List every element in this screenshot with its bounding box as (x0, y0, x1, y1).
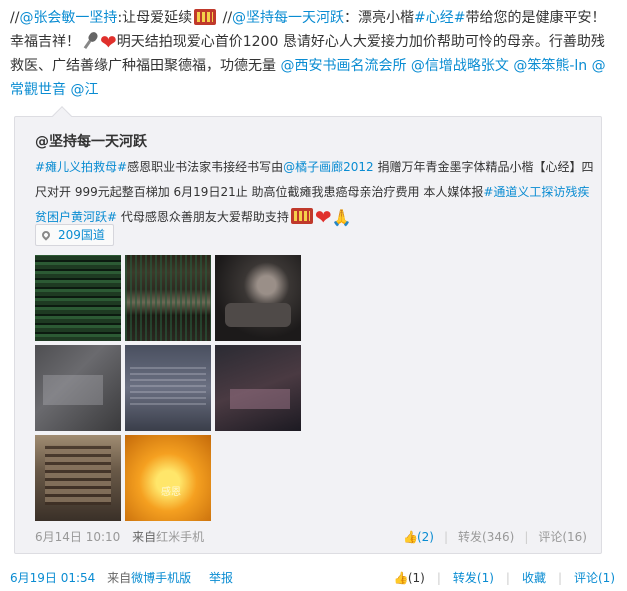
repost-prefix: // (218, 10, 233, 26)
original-post-box: @坚持每一天河跃 #瘫儿义拍救母#感恩职业书法家韦接经书写由@橘子画廊2012 … (14, 106, 602, 554)
like-count: (1) (407, 570, 425, 585)
post-text: //@张会敏一坚持:让母爱延续 //@坚持每一天河跃：漂亮小楷#心经#带给您的是… (10, 6, 610, 102)
image-thumbnail[interactable] (35, 345, 121, 431)
image-thumbnail[interactable] (35, 435, 121, 521)
mention-link[interactable]: @橘子画廊2012 (283, 160, 374, 174)
original-repost-button[interactable]: 转发(346) (458, 528, 514, 545)
like-button[interactable]: 👍(1) (394, 571, 425, 585)
topic-link[interactable]: #瘫儿义拍救母# (35, 160, 127, 174)
post-timestamp[interactable]: 6月19日 01:54 (10, 571, 95, 585)
thumbs-up-icon: 👍 (393, 570, 409, 585)
mention-link[interactable]: @西安书画名流会所 (280, 58, 406, 74)
divider: | (505, 570, 510, 585)
image-thumbnail[interactable] (215, 255, 301, 341)
source-link[interactable]: 红米手机 (156, 530, 204, 544)
original-actions: 👍(2) | 转发(346) | 评论(16) (403, 528, 587, 545)
image-thumbnail[interactable] (125, 255, 211, 341)
original-comment-button[interactable]: 评论(16) (538, 528, 587, 545)
original-timestamp[interactable]: 6月14日 10:10 (35, 530, 120, 544)
repost-arrow (52, 106, 72, 126)
mention-link[interactable]: @江 (70, 82, 98, 98)
original-like-button[interactable]: 👍(2) (403, 530, 434, 544)
original-text: #瘫儿义拍救母#感恩职业书法家韦接经书写由@橘子画廊2012 捐赠万年青金墨字体… (35, 155, 595, 230)
post-actions: 👍(1) | 转发(1) | 收藏 | 评论(1) (394, 569, 615, 586)
report-button[interactable]: 举报 (209, 571, 233, 585)
comment-button[interactable]: 评论(1) (574, 569, 615, 586)
image-thumbnail[interactable]: 感恩 (125, 435, 211, 521)
thumbnail-caption: 感恩 (161, 487, 181, 498)
divider: | (443, 529, 449, 544)
post-source: 来自微博手机版 (107, 571, 191, 585)
favorite-button[interactable]: 收藏 (522, 569, 546, 586)
image-thumbnail[interactable] (35, 255, 121, 341)
heart-icon: ❤ (314, 205, 332, 229)
repost-button[interactable]: 转发(1) (453, 569, 494, 586)
source-prefix: 来自 (107, 571, 132, 585)
image-thumbnail[interactable] (125, 345, 211, 431)
divider: | (557, 570, 562, 585)
source-link[interactable]: 微博手机版 (131, 571, 191, 585)
thumbs-up-icon: 👍 (402, 529, 418, 544)
location-pin-icon (40, 229, 52, 241)
emoji-icon (194, 9, 217, 25)
mention-link[interactable]: @坚持每一天河跃 (232, 10, 344, 26)
divider: | (524, 529, 529, 544)
mention-link[interactable]: @笨笨熊-ln (513, 58, 587, 74)
heart-icon: ❤ (100, 30, 117, 54)
emoji-icon (290, 208, 313, 224)
divider: | (436, 570, 441, 585)
source-prefix: 来自 (132, 530, 157, 544)
topic-link[interactable]: #心经# (414, 10, 465, 26)
original-author-link[interactable]: @坚持每一天河跃 (35, 134, 147, 150)
image-thumbnail[interactable] (215, 345, 301, 431)
original-text-segment: 代母感恩众善朋友大爱帮助支持 (117, 210, 289, 224)
praying-hands-icon: 🙏 (331, 208, 352, 227)
original-author[interactable]: @坚持每一天河跃 (35, 131, 147, 151)
mention-link[interactable]: @张会敏一坚持 (19, 10, 117, 26)
location-label: 209国道 (58, 228, 105, 242)
microphone-icon (84, 31, 100, 49)
original-text-segment: 感恩职业书法家韦接经书写由 (127, 160, 284, 174)
location-tag[interactable]: 209国道 (35, 224, 114, 246)
post-text-segment: ：漂亮小楷 (344, 10, 415, 26)
post-text-segment: :让母爱延续 (117, 10, 193, 26)
original-source: 来自红米手机 (132, 530, 204, 544)
mention-link[interactable]: @信增战略张文 (411, 58, 509, 74)
like-count: (2) (416, 529, 434, 544)
